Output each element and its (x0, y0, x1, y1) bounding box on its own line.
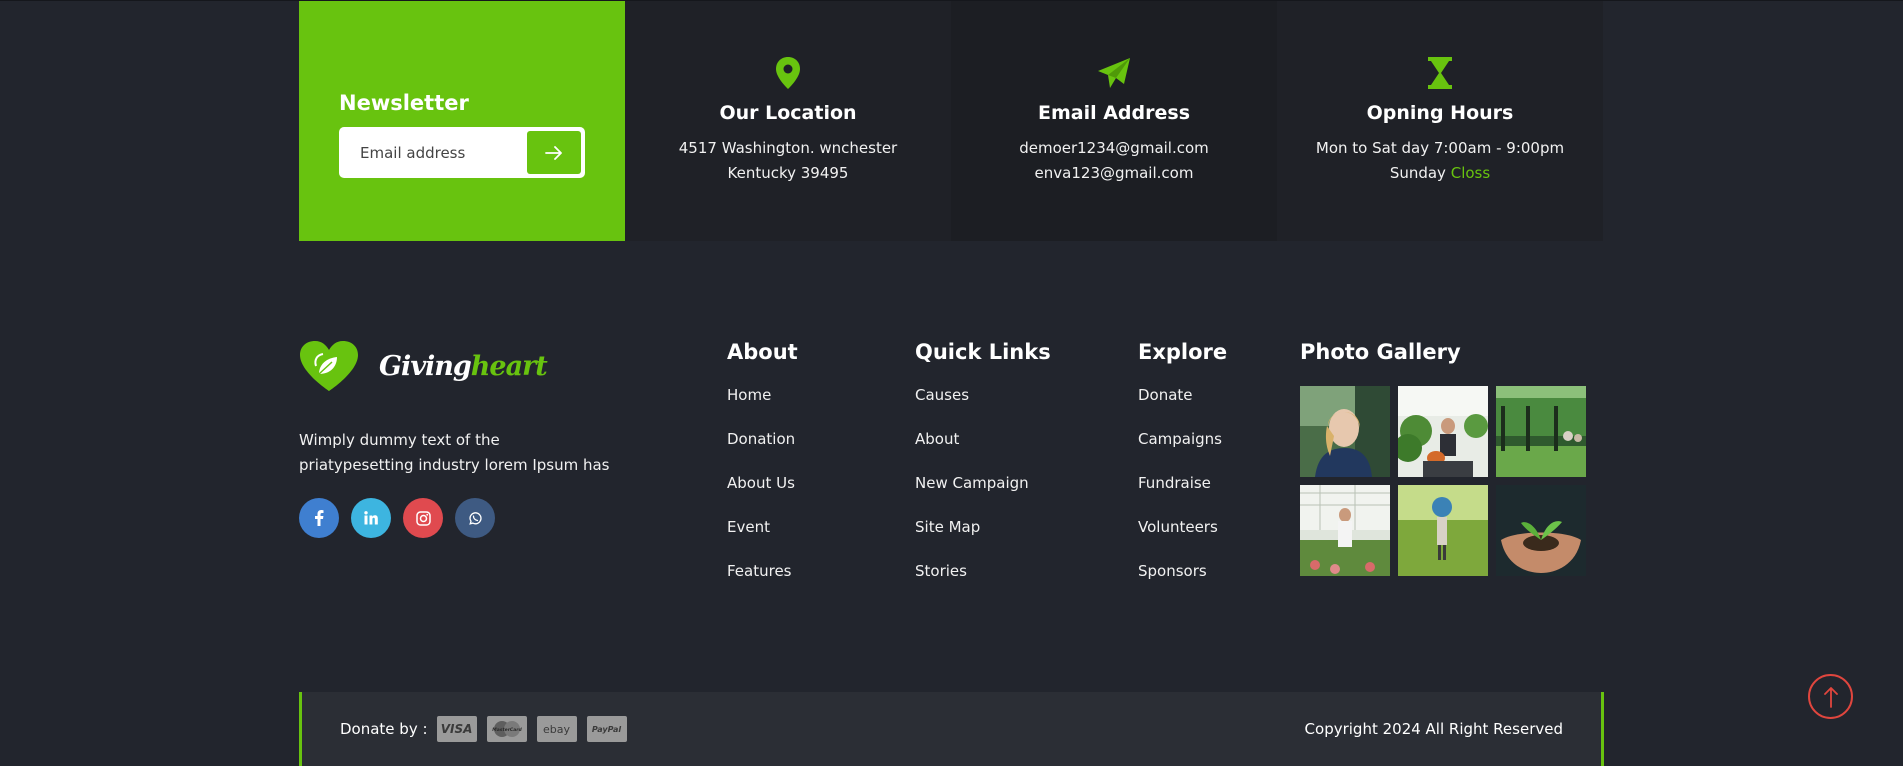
newsletter-submit-button[interactable] (527, 131, 581, 174)
about-links: Home Donation About Us Event Features (727, 386, 798, 606)
footer-link-volunteers[interactable]: Volunteers (1138, 518, 1227, 562)
photo-gallery-column: Photo Gallery (1300, 340, 1586, 576)
email-line-1[interactable]: demoer1234@gmail.com (951, 136, 1277, 161)
footer-link-fundraise[interactable]: Fundraise (1138, 474, 1227, 518)
hours-sunday-label: Sunday (1389, 164, 1446, 182)
newsletter-panel: Newsletter (299, 1, 625, 241)
footer-link-about-us[interactable]: About Us (727, 474, 798, 518)
facebook-icon (315, 510, 324, 526)
linkedin-button[interactable] (351, 498, 391, 538)
hours-title: Opning Hours (1366, 102, 1514, 124)
arrow-right-icon (545, 145, 562, 160)
gallery-heading: Photo Gallery (1300, 340, 1461, 364)
paper-plane-icon (1098, 58, 1130, 88)
explore-heading: Explore (1138, 340, 1228, 364)
explore-column: Explore Donate Campaigns Fundraise Volun… (1138, 340, 1227, 606)
location-line-2: Kentucky 39495 (727, 164, 849, 182)
location-title: Our Location (719, 102, 857, 124)
contact-info-strip: Newsletter Our Location 4517 Washington.… (299, 1, 1604, 241)
quick-links-column: Quick Links Causes About New Campaign Si… (915, 340, 1051, 606)
logo[interactable]: Givingheart (299, 340, 548, 392)
location-card: Our Location 4517 Washington. wnchester … (625, 1, 951, 241)
arrow-up-icon (1823, 686, 1838, 708)
logo-text: Givingheart (379, 350, 548, 382)
email-title: Email Address (1037, 102, 1191, 124)
footer-link-sponsors[interactable]: Sponsors (1138, 562, 1227, 606)
footer-link-site-map[interactable]: Site Map (915, 518, 1051, 562)
about-column: About Home Donation About Us Event Featu… (727, 340, 798, 606)
hours-line-1: Mon to Sat day 7:00am - 9:00pm (1315, 139, 1565, 157)
paypal-payment-icon[interactable]: PayPal (586, 716, 627, 742)
gallery-photo-1[interactable] (1300, 386, 1390, 477)
hours-card: Opning Hours Mon to Sat day 7:00am - 9:0… (1277, 1, 1603, 241)
footer-link-donate[interactable]: Donate (1138, 386, 1227, 430)
newsletter-title: Newsletter (339, 91, 469, 115)
footer-link-new-campaign[interactable]: New Campaign (915, 474, 1051, 518)
explore-links: Donate Campaigns Fundraise Volunteers Sp… (1138, 386, 1227, 606)
svg-text:MasterCard: MasterCard (492, 727, 522, 733)
gallery-photo-3[interactable] (1496, 386, 1586, 477)
footer-bottom-bar: Donate by : VISA MasterCard ebay PayPal … (299, 692, 1604, 766)
footer-link-stories[interactable]: Stories (915, 562, 1051, 606)
whatsapp-icon (468, 511, 482, 525)
gallery-photo-6[interactable] (1496, 485, 1586, 576)
email-card: Email Address demoer1234@gmail.com enva1… (951, 1, 1277, 241)
copyright-text: Copyright 2024 All Right Reserved (1304, 720, 1563, 738)
footer-link-causes[interactable]: Causes (915, 386, 1051, 430)
gallery-photo-5[interactable] (1398, 485, 1488, 576)
heart-leaf-logo-icon (300, 341, 358, 391)
hours-line-2: Sunday Closs (1277, 161, 1603, 186)
donate-by-section: Donate by : VISA MasterCard ebay PayPal (340, 716, 637, 742)
email-line-2[interactable]: enva123@gmail.com (951, 161, 1277, 186)
whatsapp-button[interactable] (455, 498, 495, 538)
scroll-to-top-button[interactable] (1808, 674, 1853, 719)
brand-description: Wimply dummy text of the priatypesetting… (299, 431, 610, 474)
instagram-icon (415, 510, 431, 526)
photo-gallery-grid (1300, 386, 1586, 576)
gallery-photo-4[interactable] (1300, 485, 1390, 576)
footer-brand: Givingheart (299, 340, 548, 392)
facebook-button[interactable] (299, 498, 339, 538)
footer-link-event[interactable]: Event (727, 518, 798, 562)
mastercard-icon: MasterCard (492, 721, 522, 737)
footer-link-donation[interactable]: Donation (727, 430, 798, 474)
footer-link-campaigns[interactable]: Campaigns (1138, 430, 1227, 474)
gallery-photo-2[interactable] (1398, 386, 1488, 477)
linkedin-icon (364, 511, 378, 525)
location-line-1: 4517 Washington. wnchester (678, 139, 898, 157)
quick-links-heading: Quick Links (915, 340, 1051, 364)
ebay-payment-icon[interactable]: ebay (536, 716, 577, 742)
footer-link-home[interactable]: Home (727, 386, 798, 430)
donate-by-label: Donate by : (340, 720, 428, 738)
about-heading: About (727, 340, 798, 364)
social-links (299, 498, 495, 538)
mastercard-payment-icon[interactable]: MasterCard (486, 716, 527, 742)
logo-text-giving: Giving (379, 350, 472, 382)
visa-payment-icon[interactable]: VISA (436, 716, 477, 742)
newsletter-email-input[interactable] (360, 143, 527, 162)
instagram-button[interactable] (403, 498, 443, 538)
hours-sunday-status: Closs (1450, 164, 1491, 182)
hourglass-icon (1428, 57, 1452, 89)
logo-text-heart: heart (470, 350, 548, 382)
newsletter-form (339, 127, 585, 178)
footer-link-about[interactable]: About (915, 430, 1051, 474)
footer-link-features[interactable]: Features (727, 562, 798, 606)
map-pin-icon (776, 57, 800, 89)
quick-links-list: Causes About New Campaign Site Map Stori… (915, 386, 1051, 606)
